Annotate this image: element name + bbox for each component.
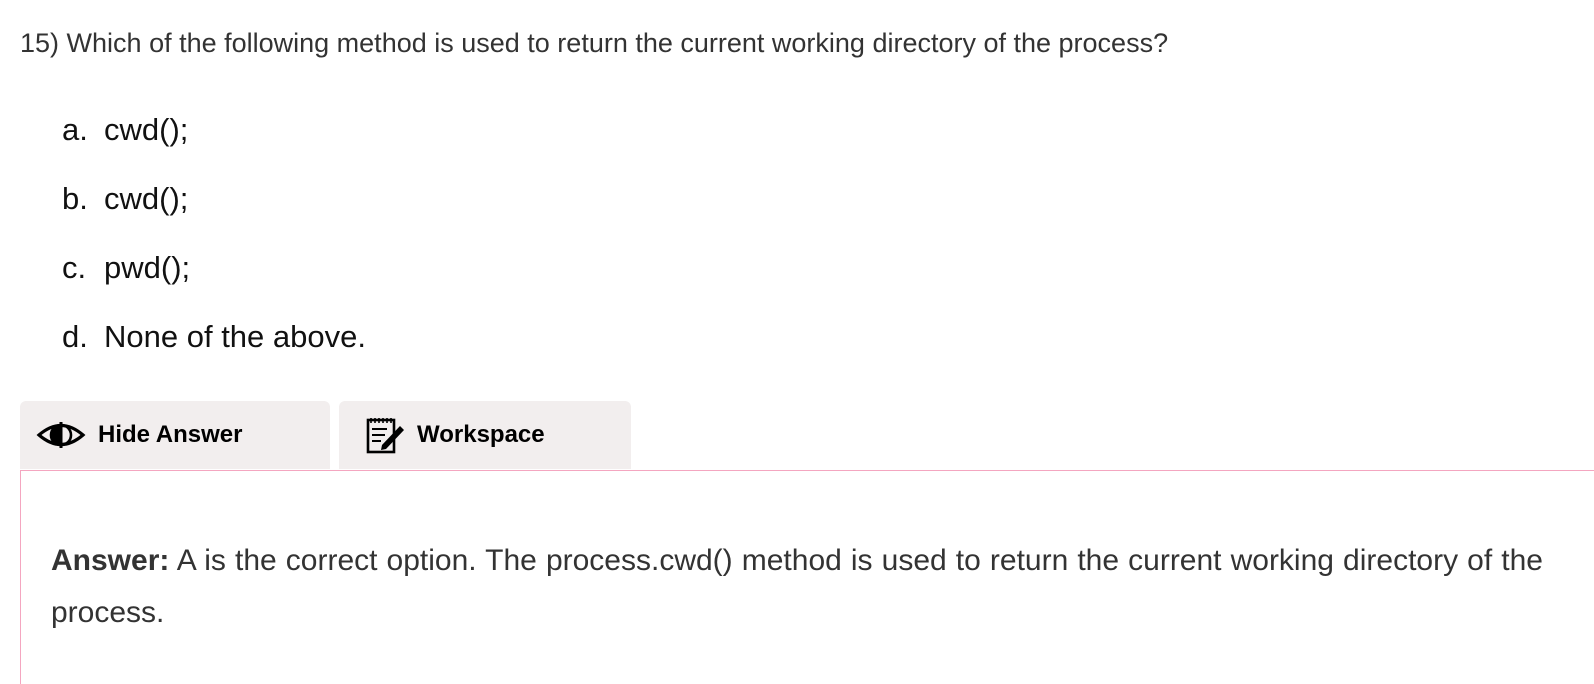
option-letter: d. — [62, 319, 88, 354]
option-text: cwd(); — [104, 112, 189, 147]
option-text: cwd(); — [104, 181, 189, 216]
answer-explanation: A is the correct option. The process.cwd… — [51, 544, 1543, 629]
notepad-edit-icon — [365, 415, 405, 455]
option-c: c. pwd(); — [62, 246, 366, 315]
eye-icon — [36, 420, 86, 450]
question-number: 15) — [20, 28, 60, 58]
answer-text: Answer: A is the correct option. The pro… — [51, 535, 1543, 639]
workspace-button[interactable]: Workspace — [339, 401, 631, 469]
question-text: 15) Which of the following method is use… — [20, 24, 1168, 62]
hide-answer-button[interactable]: Hide Answer — [20, 401, 330, 469]
workspace-label: Workspace — [417, 421, 545, 448]
option-b: b. cwd(); — [62, 177, 366, 246]
option-letter: b. — [62, 181, 88, 216]
option-a: a. cwd(); — [62, 108, 366, 177]
option-letter: a. — [62, 112, 88, 147]
question-body: Which of the following method is used to… — [66, 28, 1169, 58]
option-text: pwd(); — [104, 250, 191, 285]
option-text: None of the above. — [104, 319, 366, 354]
option-d: d. None of the above. — [62, 315, 366, 384]
option-letter: c. — [62, 250, 87, 285]
options-list: a. cwd(); b. cwd(); c. pwd(); d. None of the… — [62, 108, 366, 384]
hide-answer-label: Hide Answer — [98, 421, 243, 448]
answer-label: Answer: — [51, 544, 170, 577]
answer-panel: Answer: A is the correct option. The pro… — [20, 470, 1594, 684]
